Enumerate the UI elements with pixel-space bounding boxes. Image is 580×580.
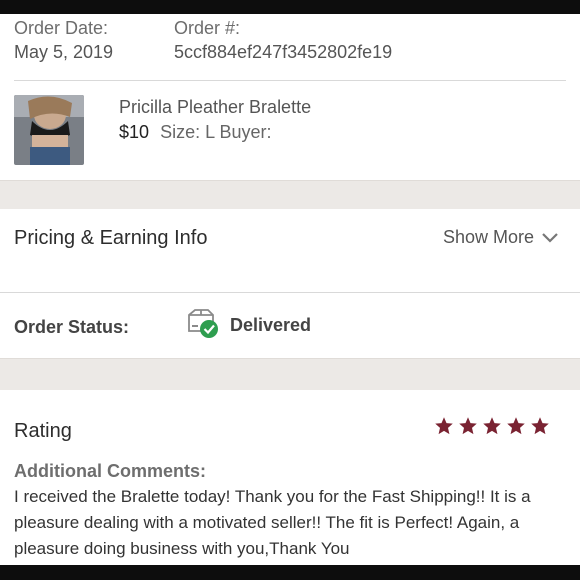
pricing-section: Pricing & Earning Info Show More	[0, 209, 580, 291]
bottom-bar	[0, 565, 580, 580]
order-number-label: Order #:	[174, 18, 241, 38]
top-status-bar	[0, 0, 580, 14]
order-status-value: Delivered	[230, 315, 312, 335]
star-icon	[459, 417, 477, 435]
divider	[14, 80, 566, 81]
chevron-down-icon	[542, 232, 558, 243]
buyer-label: Buyer:	[219, 122, 272, 142]
item-title[interactable]: Pricilla Pleather Bralette	[119, 97, 311, 118]
item-size: Size: L	[160, 122, 215, 142]
rating-section: Rating Additional Comments: I received t…	[0, 390, 580, 565]
order-date-label: Order Date:	[14, 18, 109, 38]
pricing-subtext-redacted	[14, 259, 194, 275]
comments-text: I received the Bralette today! Thank you…	[14, 487, 531, 558]
show-more-button[interactable]: Show More	[443, 227, 558, 248]
star-icon	[531, 417, 549, 435]
pricing-title: Pricing & Earning Info	[14, 227, 208, 249]
order-meta: Order Date: May 5, 2019 Order #: 5ccf884…	[14, 16, 566, 80]
order-item[interactable]: Pricilla Pleather Bralette $10 Size: L B…	[14, 95, 566, 167]
star-icon	[435, 417, 453, 435]
star-icon	[483, 417, 501, 435]
star-icon	[507, 417, 525, 435]
item-details: $10 Size: L Buyer:	[119, 122, 377, 143]
order-status-label: Order Status:	[14, 317, 130, 337]
rating-title: Rating	[14, 420, 72, 442]
order-number-value: 5ccf884ef247f3452802fe19	[174, 42, 393, 62]
show-more-label: Show More	[442, 227, 534, 247]
buyer-name-redacted	[276, 126, 377, 141]
comments-label: Additional Comments:	[14, 461, 206, 481]
item-thumbnail[interactable]	[14, 95, 84, 165]
section-separator	[0, 180, 580, 210]
delivered-box-icon	[186, 309, 220, 339]
item-price: $10	[119, 122, 150, 142]
order-status-row: Order Status: Delivered	[0, 292, 580, 359]
order-date-value: May 5, 2019	[14, 42, 114, 62]
section-separator	[0, 358, 580, 391]
star-rating	[434, 416, 550, 436]
